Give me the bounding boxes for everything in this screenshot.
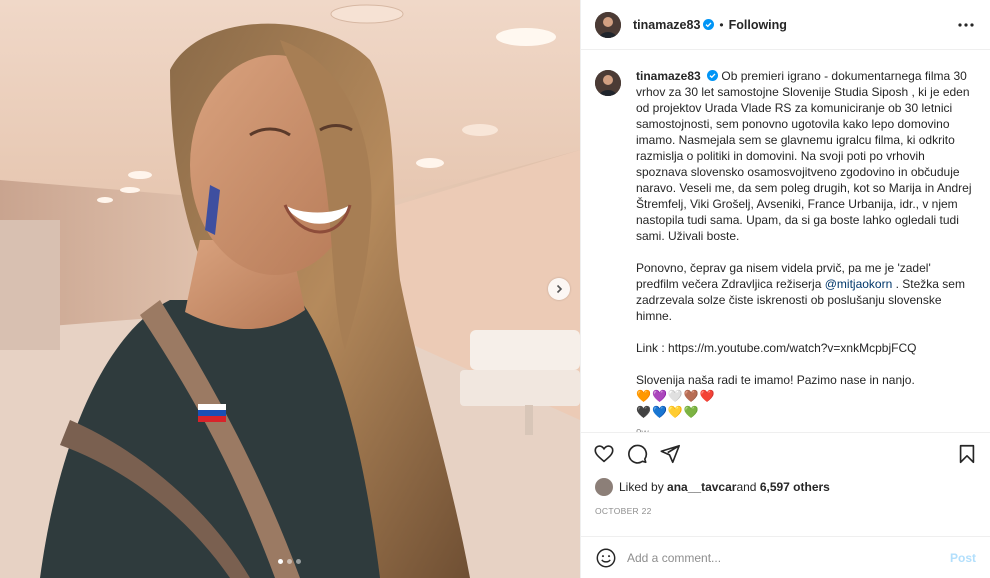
liker-avatar[interactable]: [595, 478, 613, 496]
caption-paragraph-1: Ob premieri igrano - dokumentarnega film…: [636, 69, 972, 243]
caption-row: tinamaze83 Ob premieri igrano - dokument…: [595, 68, 976, 432]
mention-link[interactable]: @mitjaokorn: [825, 277, 893, 291]
next-slide-button[interactable]: [548, 278, 570, 300]
avatar-image: [595, 70, 621, 96]
caption-text: tinamaze83 Ob premieri igrano - dokument…: [636, 68, 976, 432]
emoji-icon[interactable]: [595, 547, 617, 569]
carousel-dot: [287, 559, 292, 564]
likes-count[interactable]: 6,597 others: [760, 480, 830, 494]
avatar[interactable]: [595, 11, 621, 38]
header-separator: •: [719, 17, 724, 32]
comments-area[interactable]: tinamaze83 Ob premieri igrano - dokument…: [581, 50, 990, 432]
carousel-indicator: [278, 559, 301, 564]
hearts-emoji-row-2: 🖤💙💛💚: [636, 405, 700, 419]
avatar-image: [595, 11, 621, 38]
caption-avatar[interactable]: [595, 70, 621, 96]
hearts-emoji-row-1: 🧡💜🤍🤎❤️: [636, 389, 716, 403]
comment-input[interactable]: [627, 550, 950, 565]
post-comment-button[interactable]: Post: [950, 551, 976, 565]
more-horizontal-icon: [958, 22, 974, 27]
share-icon[interactable]: [659, 443, 681, 465]
post-media[interactable]: [0, 0, 580, 578]
post-modal: tinamaze83 • Following tinamaze83 Ob pre…: [0, 0, 990, 578]
liker-username[interactable]: ana__tavcar: [667, 480, 736, 494]
caption-paragraph-4: Slovenija naša radi te imamo! Pazimo nas…: [636, 373, 915, 387]
caption-username[interactable]: tinamaze83: [636, 69, 701, 83]
likes-middle: and: [736, 480, 757, 494]
post-actions: [581, 432, 990, 474]
bookmark-icon[interactable]: [956, 443, 978, 465]
post-date[interactable]: OCTOBER 22: [581, 500, 990, 522]
post-photo: [0, 0, 580, 578]
carousel-dot: [296, 559, 301, 564]
post-header: tinamaze83 • Following: [581, 0, 990, 50]
caption-paragraph-3: Link : https://m.youtube.com/watch?v=xnk…: [636, 341, 917, 355]
likes-summary: Liked by ana__tavcar and 6,597 others: [581, 474, 990, 500]
likes-prefix: Liked by: [619, 480, 664, 494]
more-options-button[interactable]: [956, 15, 976, 35]
heart-icon[interactable]: [593, 443, 615, 465]
carousel-dot: [278, 559, 283, 564]
verified-badge-icon: [703, 19, 715, 30]
verified-badge-icon: [707, 70, 719, 81]
comment-form: Post: [581, 536, 990, 578]
comment-icon[interactable]: [626, 443, 648, 465]
following-button[interactable]: Following: [729, 18, 787, 32]
author-username[interactable]: tinamaze83: [633, 18, 700, 32]
post-side-panel: tinamaze83 • Following tinamaze83 Ob pre…: [580, 0, 990, 578]
chevron-right-icon: [556, 284, 563, 294]
